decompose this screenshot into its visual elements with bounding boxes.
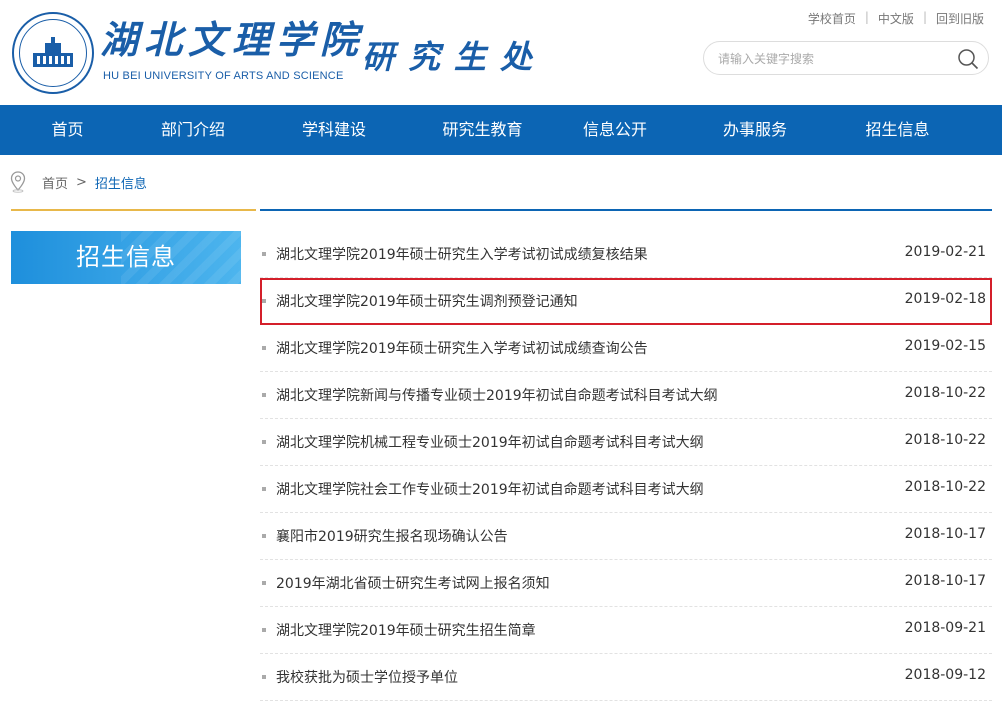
nav-item-admissions[interactable]: 招生信息: [828, 105, 967, 155]
news-title[interactable]: 湖北文理学院新闻与传播专业硕士2019年初试自命题考试科目考试大纲: [276, 385, 718, 405]
news-date: 2018-09-12: [904, 667, 986, 683]
school-emblem-logo[interactable]: [12, 12, 94, 94]
old-version-link[interactable]: 回到旧版: [936, 10, 984, 27]
list-item[interactable]: 湖北文理学院2019年硕士研究生入学考试初试成绩查询公告 2019-02-15: [260, 325, 992, 372]
divider-right: [260, 209, 992, 211]
breadcrumb-home[interactable]: 首页: [42, 173, 68, 192]
search-box: [703, 41, 989, 75]
divider-left: [11, 209, 256, 211]
bullet-icon: [262, 393, 266, 397]
breadcrumb: 首页 > 招生信息: [10, 170, 147, 194]
school-name: 湖北文理学院: [100, 17, 365, 62]
bullet-icon: [262, 675, 266, 679]
chinese-version-link[interactable]: 中文版: [878, 10, 914, 27]
news-date: 2019-02-15: [904, 338, 986, 354]
news-date: 2019-02-21: [904, 244, 986, 260]
news-title[interactable]: 湖北文理学院社会工作专业硕士2019年初试自命题考试科目考试大纲: [276, 479, 704, 499]
bullet-icon: [262, 299, 266, 303]
bullet-icon: [262, 346, 266, 350]
news-date: 2018-10-22: [904, 385, 986, 401]
news-date: 2019-02-18: [904, 291, 986, 307]
list-item[interactable]: 湖北文理学院2019年硕士研究生入学考试初试成绩复核结果 2019-02-21: [260, 231, 992, 278]
list-item[interactable]: 襄阳市2019研究生报名现场确认公告 2018-10-17: [260, 513, 992, 560]
link-separator: |: [922, 10, 927, 24]
list-item[interactable]: 2019年湖北省硕士研究生考试网上报名须知 2018-10-17: [260, 560, 992, 607]
search-icon[interactable]: [957, 48, 979, 70]
nav-item-department[interactable]: 部门介绍: [135, 105, 251, 155]
bullet-icon: [262, 628, 266, 632]
nav-item-services[interactable]: 办事服务: [682, 105, 828, 155]
school-name-en: HU BEI UNIVERSITY OF ARTS AND SCIENCE: [103, 70, 344, 82]
site-header: 湖北文理学院 HU BEI UNIVERSITY OF ARTS AND SCI…: [0, 0, 1002, 105]
bullet-icon: [262, 487, 266, 491]
nav-item-home[interactable]: 首页: [0, 105, 135, 155]
list-item[interactable]: 湖北文理学院新闻与传播专业硕士2019年初试自命题考试科目考试大纲 2018-1…: [260, 372, 992, 419]
list-item[interactable]: 湖北文理学院社会工作专业硕士2019年初试自命题考试科目考试大纲 2018-10…: [260, 466, 992, 513]
list-item[interactable]: 我校获批为硕士学位授予单位 2018-09-12: [260, 654, 992, 701]
news-title[interactable]: 2019年湖北省硕士研究生考试网上报名须知: [276, 573, 550, 593]
sidebar-title-text: 招生信息: [76, 243, 176, 271]
news-title[interactable]: 湖北文理学院2019年硕士研究生调剂预登记通知: [276, 291, 578, 311]
sidebar-title: 招生信息: [11, 231, 241, 284]
news-date: 2018-10-22: [904, 432, 986, 448]
news-date: 2018-10-17: [904, 526, 986, 542]
list-item[interactable]: 湖北文理学院机械工程专业硕士2019年初试自命题考试科目考试大纲 2018-10…: [260, 419, 992, 466]
nav-item-information[interactable]: 信息公开: [548, 105, 682, 155]
bullet-icon: [262, 581, 266, 585]
link-separator: |: [864, 10, 869, 24]
list-item[interactable]: 湖北文理学院2019年硕士研究生招生简章 2018-09-21: [260, 607, 992, 654]
bullet-icon: [262, 252, 266, 256]
bullet-icon: [262, 440, 266, 444]
building-icon: [33, 37, 73, 67]
news-date: 2018-10-22: [904, 479, 986, 495]
nav-item-discipline[interactable]: 学科建设: [251, 105, 417, 155]
list-item-highlighted[interactable]: 湖北文理学院2019年硕士研究生调剂预登记通知 2019-02-18: [260, 278, 992, 325]
nav-item-graduate-education[interactable]: 研究生教育: [417, 105, 548, 155]
main-nav: 首页 部门介绍 学科建设 研究生教育 信息公开 办事服务 招生信息: [0, 105, 1002, 155]
news-date: 2018-09-21: [904, 620, 986, 636]
search-input[interactable]: [718, 49, 948, 69]
bullet-icon: [262, 534, 266, 538]
department-name: 研究生处: [362, 38, 547, 76]
top-links: 学校首页 | 中文版 | 回到旧版: [808, 10, 984, 27]
news-title[interactable]: 湖北文理学院2019年硕士研究生入学考试初试成绩查询公告: [276, 338, 648, 358]
news-title[interactable]: 湖北文理学院机械工程专业硕士2019年初试自命题考试科目考试大纲: [276, 432, 704, 452]
news-title[interactable]: 我校获批为硕士学位授予单位: [276, 667, 458, 687]
school-home-link[interactable]: 学校首页: [808, 10, 856, 27]
news-title[interactable]: 湖北文理学院2019年硕士研究生招生简章: [276, 620, 536, 640]
breadcrumb-separator: >: [76, 174, 87, 190]
news-title[interactable]: 襄阳市2019研究生报名现场确认公告: [276, 526, 508, 546]
location-pin-icon: [10, 171, 26, 193]
news-title[interactable]: 湖北文理学院2019年硕士研究生入学考试初试成绩复核结果: [276, 244, 648, 264]
breadcrumb-current[interactable]: 招生信息: [95, 173, 147, 192]
news-date: 2018-10-17: [904, 573, 986, 589]
